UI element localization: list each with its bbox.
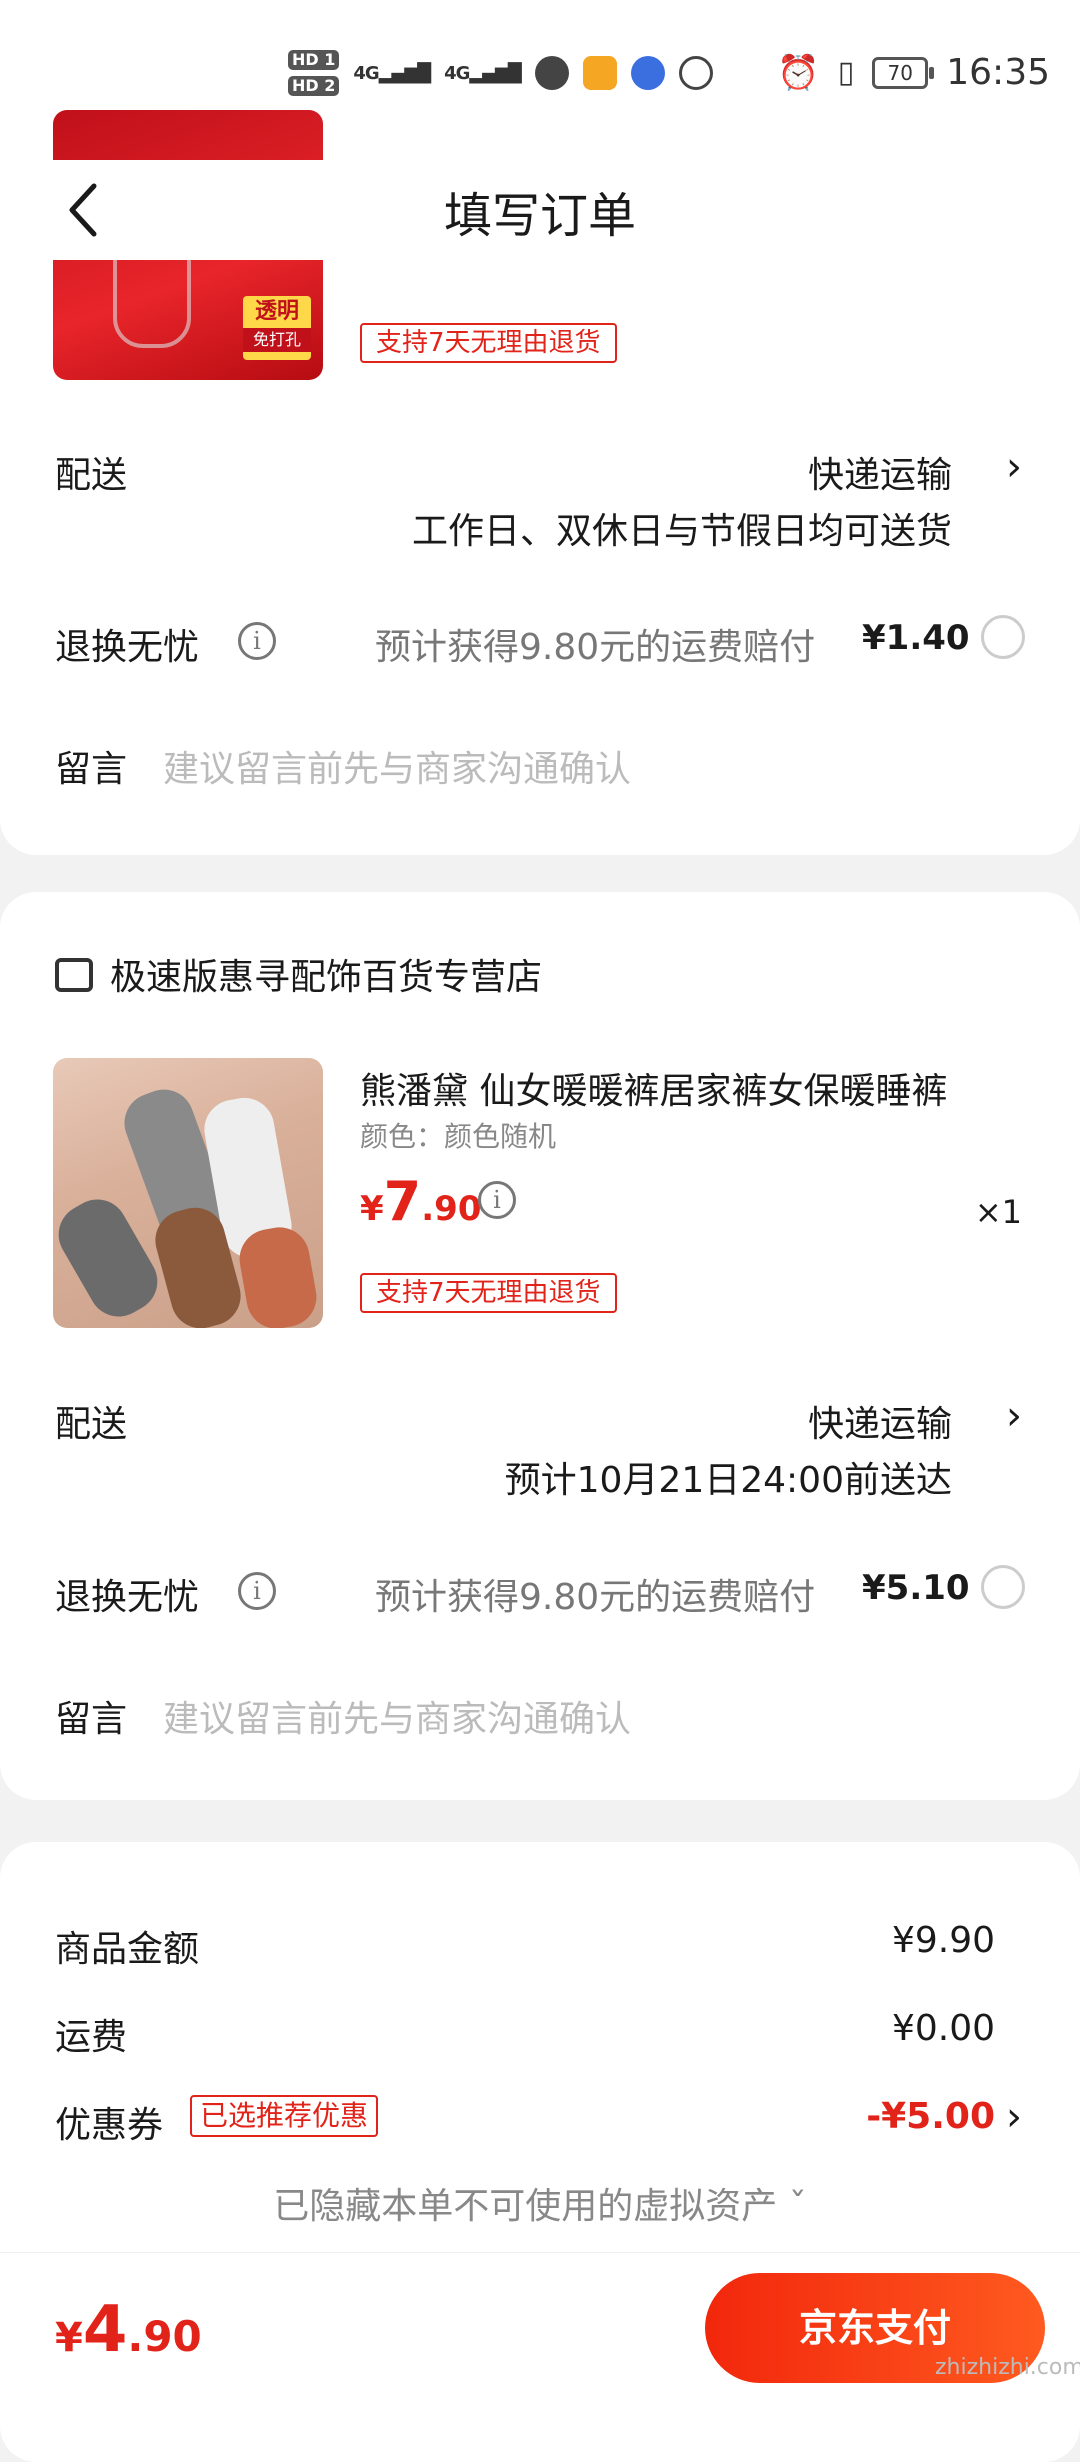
delivery-label: 配送	[55, 455, 128, 496]
hidden-assets-note[interactable]: 已隐藏本单不可使用的虚拟资产 ˇ	[0, 2177, 1080, 2229]
music-icon	[630, 56, 665, 90]
info-icon[interactable]: i	[238, 1572, 276, 1610]
chevron-right-icon[interactable]: ›	[1006, 444, 1022, 490]
hd-badges: HD 1 HD 2	[288, 50, 340, 96]
delivery-method[interactable]: 快递运输	[808, 1395, 952, 1447]
thumb-label: 透明	[254, 299, 299, 324]
hd1-badge: HD 1	[288, 50, 340, 70]
price-info-icon[interactable]: i	[478, 1181, 516, 1219]
return-policy-tag: 支持7天无理由退货	[360, 323, 617, 363]
checkout-bar: ¥4.90 京东支付	[0, 2252, 1080, 2401]
signal-2-label: 4G	[444, 62, 470, 84]
insurance-text: 预计获得9.80元的运费赔付	[375, 627, 816, 668]
hand-icon	[678, 56, 713, 90]
alarm-icon: ⏰	[777, 52, 820, 93]
total-decimal: .90	[127, 2312, 202, 2361]
return-policy-tag: 支持7天无理由退货	[360, 1273, 617, 1313]
product-name[interactable]: 熊潘黛 仙女暖暖裤居家裤女保暖睡裤	[360, 1062, 1010, 1114]
delivery-note: 预计10月21日24:00前送达	[504, 1460, 952, 1501]
total-price: ¥4.90	[55, 2293, 202, 2367]
message-label: 留言	[55, 749, 128, 790]
thumb-badge: 透明 免打孔	[243, 296, 311, 360]
clock: 16:35	[946, 52, 1050, 93]
hd2-badge: HD 2	[288, 76, 340, 96]
app-notification-icon	[582, 56, 617, 90]
roll-dark	[53, 1188, 169, 1328]
message-label: 留言	[55, 1699, 128, 1740]
thumb-sub: 免打孔	[243, 328, 311, 352]
shipping-label: 运费	[55, 2017, 128, 2058]
delivery-note: 工作日、双休日与节假日均可送货	[411, 511, 952, 552]
signal-1-icon: 4G▂▄▆█	[353, 62, 431, 84]
vibrate-icon: ▯	[837, 55, 855, 90]
status-left: HD 1 HD 2 4G▂▄▆█ 4G▂▄▆█	[288, 50, 713, 96]
insurance-price: ¥1.40	[862, 618, 970, 658]
coupon-chevron-icon[interactable]: ›	[1006, 2094, 1022, 2140]
info-icon[interactable]: i	[238, 622, 276, 660]
coupon-badge: 已选推荐优惠	[190, 2095, 379, 2137]
delivery-method[interactable]: 快递运输	[808, 446, 952, 498]
price-currency: ¥	[360, 1189, 384, 1229]
shipping-row: 运费 ¥0.00	[55, 2008, 995, 2060]
signal-1-label: 4G	[353, 62, 379, 84]
total-integer: 4	[82, 2293, 128, 2367]
price-decimal: .90	[421, 1189, 482, 1229]
status-right: ⏰ ▯ 70 16:35	[777, 52, 1050, 93]
product-spec: 颜色：颜色随机	[360, 1120, 557, 1153]
insurance-text: 预计获得9.80元的运费赔付	[375, 1577, 816, 1618]
goods-value: ¥9.90	[891, 1920, 995, 1961]
shipping-value: ¥0.00	[891, 2008, 995, 2049]
nav-header: 填写订单	[0, 160, 1080, 260]
message-input[interactable]: 建议留言前先与商家沟通确认	[163, 1690, 631, 1742]
product-price: ¥7.90	[360, 1170, 481, 1233]
insurance-radio-icon[interactable]	[981, 615, 1025, 659]
message-input[interactable]: 建议留言前先与商家沟通确认	[163, 740, 631, 792]
store2-card	[0, 892, 1080, 1800]
insurance-label: 退换无忧	[55, 627, 200, 668]
insurance-label: 退换无忧	[55, 1577, 200, 1618]
insurance-radio-icon[interactable]	[981, 1565, 1025, 1609]
battery-icon: 70	[872, 56, 935, 89]
shop-name[interactable]: 极速版惠寻配饰百货专营店	[110, 948, 542, 1000]
price-integer: 7	[383, 1170, 422, 1233]
insurance-price: ¥5.10	[862, 1568, 970, 1608]
message-icon	[534, 56, 569, 90]
quantity: ×1	[974, 1193, 1022, 1231]
product2-thumbnail[interactable]	[53, 1058, 323, 1328]
page-title: 填写订单	[443, 188, 636, 244]
total-currency: ¥	[55, 2315, 83, 2361]
goods-amount-row: 商品金额 ¥9.90	[55, 1920, 995, 1972]
coupon-value[interactable]: -¥5.00	[866, 2096, 995, 2137]
delivery-label: 配送	[55, 1404, 128, 1445]
coupon-label: 优惠券	[55, 2105, 164, 2146]
signal-2-icon: 4G▂▄▆█	[444, 62, 522, 84]
shop-icon	[55, 958, 93, 992]
roll-rust	[234, 1222, 322, 1328]
watermark: zhizhizhi.com	[935, 2355, 1080, 2380]
chevron-right-icon[interactable]: ›	[1006, 1393, 1022, 1439]
goods-label: 商品金额	[55, 1929, 200, 1970]
